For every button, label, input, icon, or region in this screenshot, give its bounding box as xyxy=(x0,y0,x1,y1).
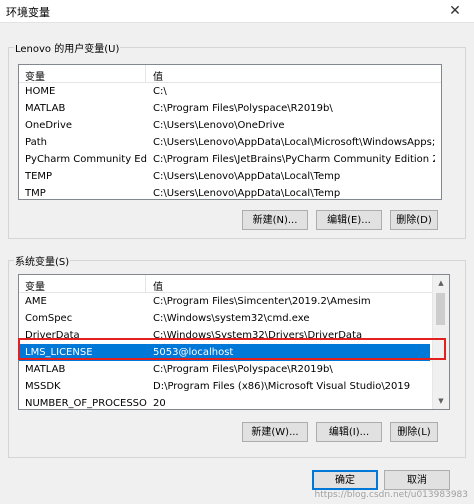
list-item[interactable]: MSSDK D:\Program Files (x86)\Microsoft Vi… xyxy=(19,378,430,395)
system-vars-list[interactable]: 变量 值 AME C:\Program Files\Simcenter\2019.… xyxy=(18,274,450,410)
variable-name: LMS_LICENSE xyxy=(25,347,93,358)
watermark-text: https://blog.csdn.net/u013983983 xyxy=(314,490,468,500)
list-item[interactable]: MATLAB C:\Program Files\Polyspace\R2019b\ xyxy=(19,100,439,117)
user-vars-header: 变量 值 xyxy=(19,65,441,83)
variable-value: C:\Program Files\JetBrains\PyCharm Commu… xyxy=(153,154,435,165)
list-item[interactable]: PyCharm Community Editi... C:\Program Fil… xyxy=(19,151,439,168)
list-item[interactable]: Path C:\Users\Lenovo\AppData\Local\Micros… xyxy=(19,134,439,151)
user-vars-label: Lenovo 的用户变量(U) xyxy=(14,40,121,55)
column-header-name[interactable]: 变量 xyxy=(25,278,45,293)
list-item[interactable]: AME C:\Program Files\Simcenter\2019.2\Ame… xyxy=(19,293,430,310)
system-vars-header: 变量 值 xyxy=(19,275,449,293)
variable-value: C:\Users\Lenovo\AppData\Local\Temp xyxy=(153,188,341,199)
column-divider[interactable] xyxy=(145,65,146,82)
list-item[interactable]: DriverData C:\Windows\System32\Drivers\Dr… xyxy=(19,327,430,344)
title-bar: 环境变量 ✕ xyxy=(0,0,474,23)
variable-name: MSSDK xyxy=(25,381,61,392)
list-item[interactable]: LMS_LICENSE 5053@localhost xyxy=(19,344,430,361)
variable-value: C:\ xyxy=(153,86,167,97)
cancel-button[interactable]: 取消 xyxy=(384,470,450,490)
list-item[interactable]: MATLAB C:\Program Files\Polyspace\R2019b\ xyxy=(19,361,430,378)
list-item[interactable]: TEMP C:\Users\Lenovo\AppData\Local\Temp xyxy=(19,168,439,185)
variable-name: NUMBER_OF_PROCESSORS xyxy=(25,398,147,409)
list-item[interactable]: HOME C:\ xyxy=(19,83,439,100)
variable-value: 5053@localhost xyxy=(153,347,234,358)
variable-name: MATLAB xyxy=(25,103,66,114)
variable-name: PyCharm Community Editi... xyxy=(25,154,147,165)
user-new-button[interactable]: 新建(N)... xyxy=(242,210,308,230)
scroll-thumb[interactable] xyxy=(436,293,445,325)
user-vars-list[interactable]: 变量 值 HOME C:\ MATLAB C:\Program Files\Polys… xyxy=(18,64,442,200)
variable-name: TEMP xyxy=(25,171,53,182)
variable-name: DriverData xyxy=(25,330,80,341)
column-header-value[interactable]: 值 xyxy=(153,278,163,293)
variable-name: TMP xyxy=(25,188,46,199)
system-vars-label: 系统变量(S) xyxy=(14,253,71,268)
list-item[interactable]: ComSpec C:\Windows\system32\cmd.exe xyxy=(19,310,430,327)
variable-name: HOME xyxy=(25,86,56,97)
variable-name: OneDrive xyxy=(25,120,73,131)
variable-name: AME xyxy=(25,296,47,307)
user-edit-button[interactable]: 编辑(E)... xyxy=(316,210,382,230)
system-vars-scrollbar[interactable]: ▲ ▼ xyxy=(432,275,449,409)
scroll-down-icon[interactable]: ▼ xyxy=(433,393,449,409)
scroll-up-icon[interactable]: ▲ xyxy=(433,275,449,291)
list-item[interactable]: OneDrive C:\Users\Lenovo\OneDrive xyxy=(19,117,439,134)
variable-value: C:\Windows\System32\Drivers\DriverData xyxy=(153,330,363,341)
variable-value: C:\Users\Lenovo\AppData\Local\Microsoft\… xyxy=(153,137,435,148)
user-delete-button[interactable]: 删除(D) xyxy=(390,210,438,230)
variable-value: D:\Program Files (x86)\Microsoft Visual … xyxy=(153,381,411,392)
column-header-name[interactable]: 变量 xyxy=(25,68,45,83)
system-new-button[interactable]: 新建(W)... xyxy=(242,422,308,442)
window-title: 环境变量 xyxy=(6,6,50,19)
variable-name: Path xyxy=(25,137,47,148)
variable-value: C:\Windows\system32\cmd.exe xyxy=(153,313,310,324)
variable-value: C:\Program Files\Polyspace\R2019b\ xyxy=(153,103,333,114)
column-divider[interactable] xyxy=(145,275,146,292)
close-icon[interactable]: ✕ xyxy=(444,0,466,22)
ok-button[interactable]: 确定 xyxy=(312,470,378,490)
variable-name: ComSpec xyxy=(25,313,73,324)
column-header-value[interactable]: 值 xyxy=(153,68,163,83)
variable-value: 20 xyxy=(153,398,166,409)
variable-value: C:\Users\Lenovo\AppData\Local\Temp xyxy=(153,171,341,182)
list-item[interactable]: TMP C:\Users\Lenovo\AppData\Local\Temp xyxy=(19,185,439,199)
list-item[interactable]: NUMBER_OF_PROCESSORS 20 xyxy=(19,395,430,409)
variable-value: C:\Users\Lenovo\OneDrive xyxy=(153,120,285,131)
system-delete-button[interactable]: 删除(L) xyxy=(390,422,438,442)
variable-value: C:\Program Files\Simcenter\2019.2\Amesim xyxy=(153,296,371,307)
system-edit-button[interactable]: 编辑(I)... xyxy=(316,422,382,442)
variable-value: C:\Program Files\Polyspace\R2019b\ xyxy=(153,364,333,375)
variable-name: MATLAB xyxy=(25,364,66,375)
